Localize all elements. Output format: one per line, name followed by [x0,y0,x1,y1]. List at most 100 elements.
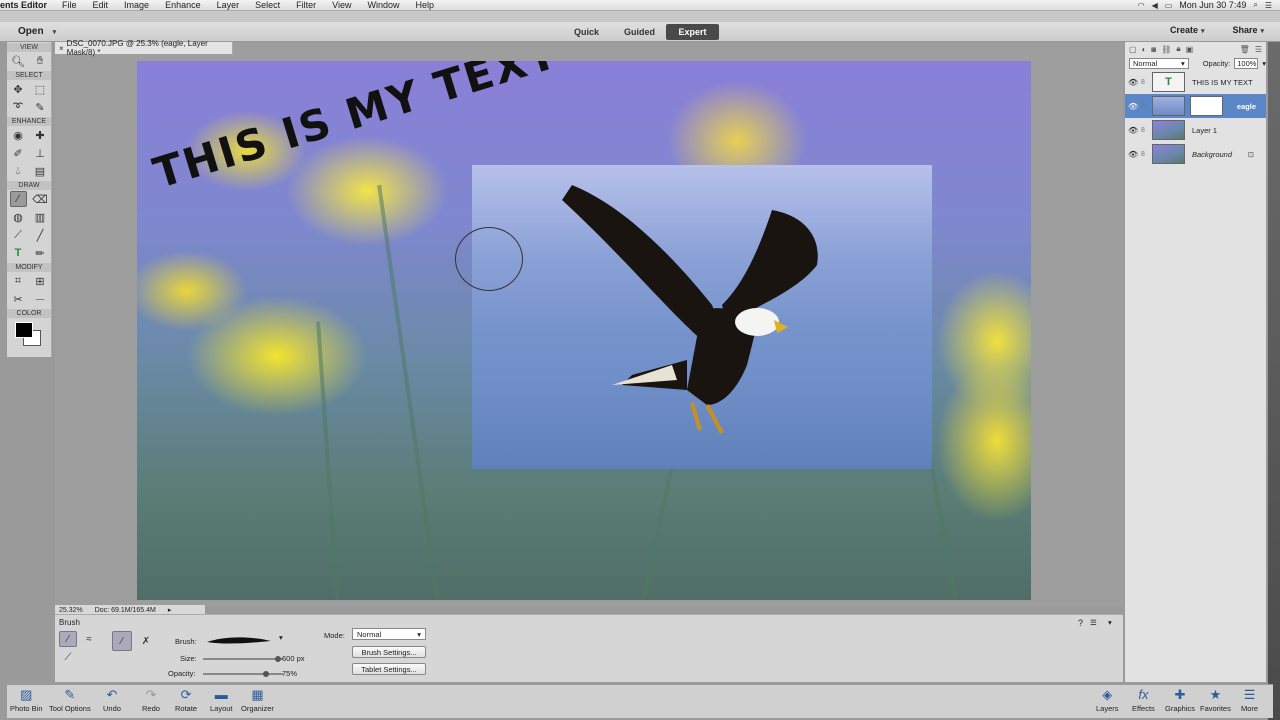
paint-bucket-icon[interactable]: ◍ [10,209,27,225]
chevron-down-icon[interactable]: ▾ [279,633,283,642]
eye-icon[interactable]: 👁︎ [1128,78,1138,87]
size-slider[interactable] [203,656,283,662]
menu-layer[interactable]: Layer [209,0,248,10]
blur-icon[interactable]: 💧︎ [10,163,27,179]
size-value[interactable]: 600 px [282,654,305,663]
layer-mask-thumbnail[interactable] [1190,96,1223,116]
chevron-down-icon[interactable]: ▾ [1262,59,1266,68]
color-replace-icon[interactable]: ⟋ [59,649,77,665]
search-icon[interactable]: ⌕ [1253,0,1257,10]
mode-select[interactable]: Normal ▾ [352,628,426,640]
content-move-icon[interactable]: ✂︎ [10,291,27,307]
document-tab[interactable]: × DSC_0070.JPG @ 25.3% (eagle, Layer Mas… [55,39,233,57]
clock[interactable]: Mon Jun 30 7:49 [1179,0,1246,10]
crop-tool-icon[interactable]: ⌗ [10,273,27,289]
eye-icon[interactable]: 👁︎ [1128,102,1138,111]
opacity-slider[interactable] [203,671,283,677]
help-icon[interactable]: ? [1078,618,1083,628]
layer-row-layer1[interactable]: 👁︎ 8 Layer 1 [1125,118,1266,142]
gradient-tool-icon[interactable]: ▥ [32,209,49,225]
image-canvas[interactable]: THIS IS MY TEXT [137,61,1031,600]
mode-expert[interactable]: Expert [666,24,719,40]
lock-all-icon[interactable]: ▣ [1186,45,1194,54]
menu-help[interactable]: Help [408,0,443,10]
brush-tool-icon[interactable]: ⁄ [9,191,27,207]
favorites-button[interactable]: ★ Favorites [1200,687,1231,713]
eye-icon[interactable]: 👁︎ [1128,150,1138,159]
straighten-icon[interactable]: ⏤ [32,291,49,307]
menu-window[interactable]: Window [359,0,407,10]
menu-filter[interactable]: Filter [288,0,324,10]
trash-icon[interactable]: 🗑︎ [1240,45,1250,54]
more-button[interactable]: ☰ More [1241,687,1258,713]
move-tool-icon[interactable]: ✥ [10,81,27,97]
red-eye-icon[interactable]: ◉ [10,127,27,143]
line-tool-icon[interactable]: ╱ [32,227,49,243]
zoom-tool-icon[interactable]: 🔍︎ [10,53,27,69]
brush-preset-icon[interactable]: ⁄ [112,631,132,651]
lock-icon[interactable]: 🔒︎ [1176,44,1180,54]
doc-size-readout[interactable]: Doc: 69.1M/165.4M [95,607,156,614]
wifi-icon[interactable]: ◠ [1138,1,1145,10]
mode-guided[interactable]: Guided [613,24,666,40]
rotate-button[interactable]: ⟳ Rotate [175,687,197,713]
collapse-chevron-icon[interactable]: ▾ [1108,618,1112,627]
menu-view[interactable]: View [324,0,359,10]
tool-options-button[interactable]: ✎ Tool Options [49,687,91,713]
quick-select-icon[interactable]: ✎ [32,99,49,115]
panel-menu-icon[interactable]: ☰ [1255,45,1266,54]
spot-heal-icon[interactable]: ✚ [32,127,49,143]
layout-button[interactable]: ▬ Layout [210,687,233,713]
lasso-tool-icon[interactable]: ➰︎ [10,99,27,115]
menu-edit[interactable]: Edit [85,0,117,10]
opacity-value[interactable]: 75% [282,669,297,678]
type-tool-icon[interactable]: T [10,245,27,261]
mask-icon[interactable]: ◙ [1151,45,1156,54]
blend-mode-select[interactable]: Normal ▾ [1129,57,1189,69]
chain-icon[interactable]: 8 [1141,151,1149,158]
eye-icon[interactable]: 👁︎ [1128,126,1138,135]
link-icon[interactable]: ⛓ [1161,45,1171,54]
layer-row-background[interactable]: 👁︎ 8 Background ⊡ [1125,142,1266,166]
create-button[interactable]: Create ▾ [1170,25,1205,35]
redo-button[interactable]: ↷ Redo [142,687,160,713]
photo-bin-button[interactable]: ▨ Photo Bin [10,687,43,713]
tablet-settings-button[interactable]: Tablet Settings... [352,663,426,675]
layer-row-text[interactable]: 👁︎ 8 T THIS IS MY TEXT [1125,70,1266,94]
recompose-icon[interactable]: ⊞ [32,273,49,289]
eagle-photo-layer[interactable] [472,165,932,469]
layer-row-eagle[interactable]: 👁︎ 8 eagle [1125,94,1266,118]
pencil-tool-icon[interactable]: ✏︎ [32,245,49,261]
options-menu-icon[interactable]: ☰ [1090,618,1097,627]
menu-image[interactable]: Image [116,0,157,10]
smart-brush-icon[interactable]: ✐ [10,145,27,161]
adjustment-layer-icon[interactable]: ◐ [1142,45,1147,54]
zoom-readout[interactable]: 25.32% [59,607,83,614]
opacity-slider-knob[interactable] [263,671,269,677]
size-slider-knob[interactable] [275,656,281,662]
chain-icon[interactable]: 8 [1141,103,1149,110]
volume-icon[interactable]: ◀ [1152,1,1158,10]
sponge-icon[interactable]: ▤ [32,163,49,179]
mode-quick[interactable]: Quick [560,24,613,40]
menu-enhance[interactable]: Enhance [157,0,209,10]
new-layer-icon[interactable]: ▢ [1129,45,1137,54]
eyedropper-icon[interactable]: ⟋ [10,227,27,243]
impressionist-brush-icon[interactable]: ≈ [80,631,98,647]
open-button[interactable]: Open ▾ [18,26,56,37]
chain-icon[interactable]: 8 [1141,127,1149,134]
list-icon[interactable]: ☰ [1265,1,1272,10]
clone-stamp-icon[interactable]: ⊥ [32,145,49,161]
chain-icon[interactable]: 8 [1141,79,1149,86]
brush-settings-button[interactable]: Brush Settings... [352,646,426,658]
graphics-button[interactable]: ✚ Graphics [1165,687,1195,713]
eraser-tool-icon[interactable]: ⌫ [32,191,49,207]
layer-opacity-input[interactable]: 100% [1234,57,1259,69]
brush-stroke-preview[interactable] [205,634,275,646]
lock-icon[interactable]: ⊡ [1248,150,1266,159]
brush-mode-icon[interactable]: ⁄ [59,631,77,647]
close-icon[interactable]: × [59,44,64,53]
share-button[interactable]: Share ▾ [1232,25,1264,35]
menu-select[interactable]: Select [247,0,288,10]
airbrush-icon[interactable]: ✗ [136,631,156,651]
